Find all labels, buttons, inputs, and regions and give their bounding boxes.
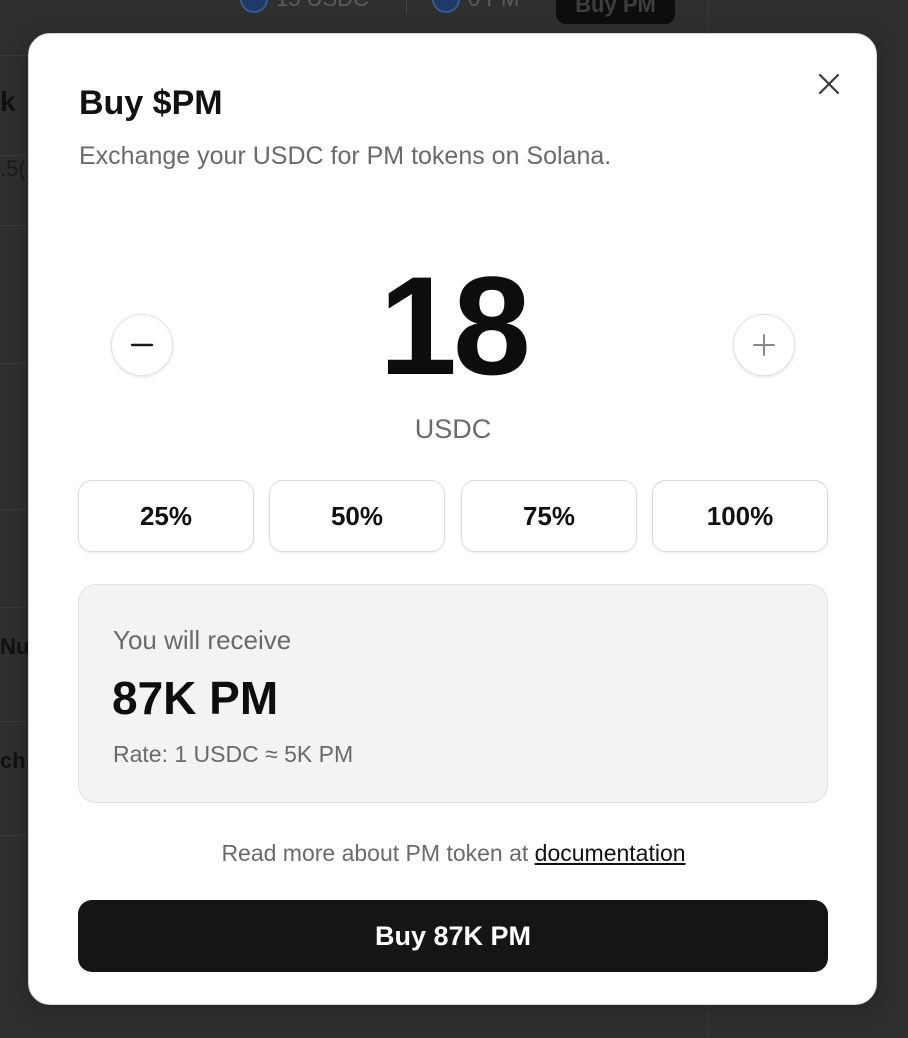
- background-fragment: [0, 510, 30, 608]
- percent-50-button[interactable]: 50%: [269, 480, 445, 552]
- receive-amount: 87K PM: [112, 672, 279, 724]
- docs-note: Read more about PM token at documentatio…: [29, 840, 878, 867]
- percent-options: 25% 50% 75% 100%: [78, 480, 828, 552]
- background-fragment: ch: [0, 722, 30, 836]
- plus-icon: [753, 334, 775, 356]
- background-fragment: k: [0, 86, 30, 156]
- decrement-button[interactable]: [111, 314, 173, 376]
- docs-note-text: Read more about PM token at: [221, 840, 535, 866]
- usdc-balance-text: 15 USDC: [276, 0, 369, 12]
- documentation-link[interactable]: documentation: [535, 840, 686, 866]
- exchange-rate: Rate: 1 USDC ≈ 5K PM: [113, 741, 354, 767]
- topbar-separator: [406, 0, 407, 14]
- increment-button[interactable]: [733, 314, 795, 376]
- background-buy-pm-button: Buy PM: [556, 0, 675, 24]
- pm-balance-chip: 0 PM: [432, 0, 519, 13]
- close-button[interactable]: [813, 68, 845, 100]
- close-icon: [818, 73, 840, 95]
- buy-pm-modal: Buy $PM Exchange your USDC for PM tokens…: [28, 33, 877, 1005]
- background-fragment: .5(: [0, 156, 30, 226]
- percent-75-button[interactable]: 75%: [461, 480, 637, 552]
- receive-label: You will receive: [113, 625, 292, 655]
- background-fragment: Nu: [0, 608, 30, 722]
- buy-submit-button[interactable]: Buy 87K PM: [78, 900, 828, 972]
- amount-value: 18: [379, 247, 531, 404]
- modal-title: Buy $PM: [79, 84, 223, 122]
- receive-summary: You will receive 87K PM Rate: 1 USDC ≈ 5…: [78, 584, 828, 803]
- modal-subtitle: Exchange your USDC for PM tokens on Sola…: [79, 142, 612, 170]
- pm-balance-text: 0 PM: [468, 0, 519, 12]
- minus-icon: [130, 343, 154, 347]
- usdc-balance-chip: 15 USDC: [240, 0, 369, 13]
- percent-25-button[interactable]: 25%: [78, 480, 254, 552]
- percent-100-button[interactable]: 100%: [652, 480, 828, 552]
- amount-currency: USDC: [414, 414, 492, 444]
- background-fragment: [0, 364, 30, 510]
- background-fragment: [0, 226, 30, 364]
- pm-coin-icon: [432, 0, 460, 13]
- usdc-coin-icon: [240, 0, 268, 13]
